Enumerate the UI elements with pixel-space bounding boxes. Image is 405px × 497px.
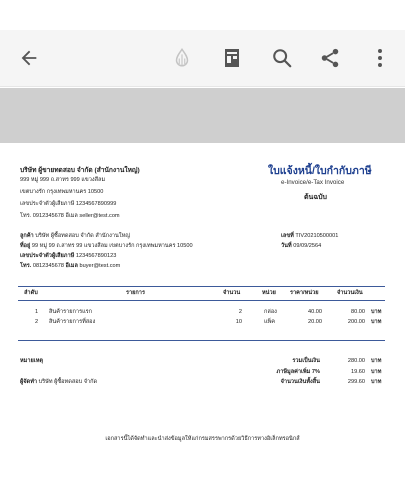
invoice-date-label: วันที่ [281,243,292,249]
grand-total-currency: บาท [371,379,382,385]
document-copy-label: ต้นฉบับ [304,194,327,201]
invoice-date-value: 09/09/2564 [293,243,322,249]
issuer-value: บริษัท ผู้ซื้อทดสอบ จำกัด [38,379,98,385]
document-subtitle: e-Invoice/e-Tax Invoice [281,179,345,186]
document-title: ใบแจ้งหนี้/ใบกำกับภาษี [268,165,372,177]
buyer-address-value: 99 หมู่ 99 ถ.สาทร 99 แขวงสีลม เขตบางรัก … [31,243,193,249]
column-header-amount: จำนวนเงิน [337,290,363,296]
buyer-address-row: ที่อยู่ 99 หมู่ 99 ถ.สาทร 99 แขวงสีลม เข… [20,243,193,250]
column-header-no: ลำดับ [24,290,38,296]
footer-note: เอกสารนี้ได้จัดทำและนำส่งข้อมูลให้แก่กรม… [105,436,300,442]
vat-label: ภาษีมูลค่าเพิ่ม 7% [276,369,320,375]
seller-address-line2: เขตบางรัก กรุงเทพมหานคร 10500 [20,189,104,195]
invoice-page: บริษัท ผู้ขายทดสอบ จำกัด (สำนักงานใหญ่) … [0,143,405,497]
grand-total-label: จำนวนเงินทั้งสิ้น [280,379,320,385]
row-qty: 10 [235,319,242,325]
remark-label: หมายเหตุ [20,358,44,364]
buyer-tax-row: เลขประจำตัวผู้เสียภาษี 1234567890123 [20,253,116,260]
invoice-number-label: เลขที่ [281,233,294,239]
buyer-address-label: ที่อยู่ [20,243,31,249]
invoice-date-row: วันที่ 09/09/2564 [281,243,321,250]
row-currency: บาท [371,309,382,315]
subtotal-currency: บาท [371,358,382,364]
vat-currency: บาท [371,369,382,375]
row-amount: 80.00 [351,309,365,315]
column-header-item: รายการ [126,290,145,296]
grand-total-value: 299.60 [347,379,365,385]
seller-tax-id: เลขประจำตัวผู้เสียภาษี 1234567890999 [20,201,117,207]
buyer-email-label: อีเมล [65,263,78,269]
table-bottom-rule [18,340,385,341]
row-unit: แพ็ค [264,319,276,325]
document-layout-icon[interactable] [218,44,246,72]
seller-name: บริษัท ผู้ขายทดสอบ จำกัด (สำนักงานใหญ่) [20,167,140,174]
column-header-unit: หน่วย [262,290,276,296]
ink-drop-icon[interactable] [168,44,196,72]
row-amount: 200.00 [347,319,365,325]
row-no: 2 [35,319,39,325]
subtotal-value: 280.00 [347,358,365,364]
row-no: 1 [35,309,39,315]
seller-address-line1: 999 หมู่ 999 ถ.สาทร 999 แขวงสีลม [20,177,106,183]
page-gap [0,88,405,143]
more-vertical-icon[interactable] [366,44,394,72]
viewer-toolbar [0,30,405,87]
row-price: 20.00 [308,319,322,325]
column-header-qty: จำนวน [223,290,241,296]
issuer-row: ผู้จัดทำ บริษัท ผู้ซื้อทดสอบ จำกัด [20,379,97,386]
issuer-label: ผู้จัดทำ [20,379,38,385]
buyer-contact-row: โทร. 0812345678 อีเมล buyer@test.com [20,263,120,270]
subtotal-label: รวมเป็นเงิน [292,358,320,364]
vat-value: 19.60 [351,369,365,375]
column-header-price: ราคา/หน่วย [290,290,319,296]
arrow-left-icon[interactable] [15,44,43,72]
buyer-tax-value: 1234567890123 [75,253,117,259]
buyer-name-label: ลูกค้า [20,233,34,239]
row-qty: 2 [238,309,242,315]
invoice-number-value: TIV20210500001 [295,233,339,239]
buyer-phone-label: โทร. [20,263,32,269]
buyer-name-value: บริษัท ผู้ซื้อทดสอบ จำกัด สำนักงานใหญ่ [35,233,131,239]
seller-contact: โทร. 0912345678 อีเมล seller@test.com [20,213,120,219]
row-unit: กล่อง [264,309,277,315]
buyer-phone-value: 0812345678 [32,263,64,269]
buyer-email-value: buyer@test.com [79,263,121,269]
table-header-rule [18,300,385,301]
table-top-rule [18,286,385,287]
row-price: 40.00 [308,309,322,315]
status-bar [0,0,405,30]
row-item: สินค้ารายการแรก [49,309,93,315]
row-item: สินค้ารายการที่สอง [49,319,96,325]
buyer-name-row: ลูกค้า บริษัท ผู้ซื้อทดสอบ จำกัด สำนักงา… [20,233,130,240]
search-icon[interactable] [268,44,296,72]
buyer-tax-label: เลขประจำตัวผู้เสียภาษี [20,253,75,259]
share-icon[interactable] [316,44,344,72]
row-currency: บาท [371,319,382,325]
invoice-number-row: เลขที่ TIV20210500001 [281,233,338,240]
